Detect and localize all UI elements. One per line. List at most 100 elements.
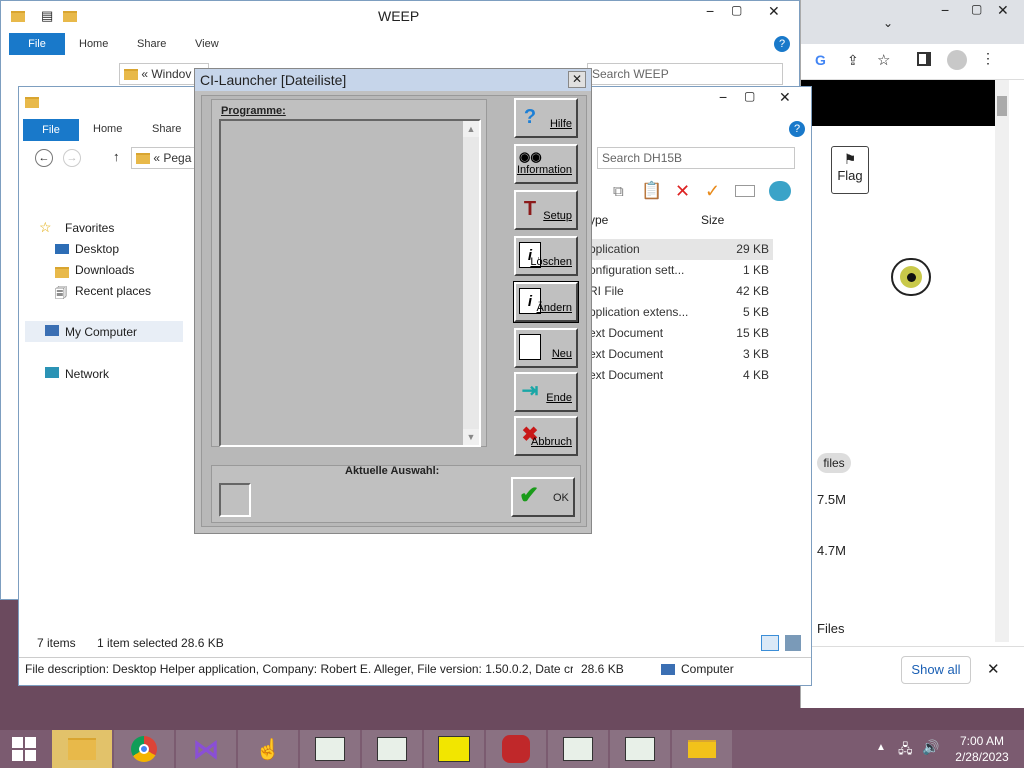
avatar[interactable]	[947, 50, 967, 70]
flag-icon: ⚑	[843, 151, 857, 167]
taskbar-app-1[interactable]	[300, 730, 360, 768]
details-view-icon[interactable]	[761, 635, 779, 651]
back-icon[interactable]: ←	[35, 149, 53, 167]
help-icon[interactable]: ?	[789, 121, 805, 137]
window-title: WEEP	[378, 8, 420, 24]
checkmark-icon[interactable]: ✓	[705, 181, 720, 202]
maximize-icon[interactable]: ▢	[744, 89, 755, 103]
folder-icon	[124, 69, 138, 81]
cancel-button[interactable]: ✖ Abbruch	[514, 416, 578, 456]
programs-list[interactable]	[219, 119, 481, 447]
taskbar-cursor-app[interactable]: ☝	[238, 730, 298, 768]
sidepanel-icon[interactable]	[917, 52, 931, 66]
setup-button[interactable]: T Setup	[514, 190, 578, 230]
taskbar-app-3[interactable]	[424, 730, 484, 768]
close-icon[interactable]: ✕	[568, 71, 586, 88]
paste-icon[interactable]: 📋	[641, 181, 662, 201]
close-download-bar-icon[interactable]: ✕	[987, 660, 1000, 678]
files-chip[interactable]: files	[817, 453, 851, 473]
taskbar-app-2[interactable]	[362, 730, 422, 768]
new-button[interactable]: Neu	[514, 328, 578, 368]
dialog-title: CI-Launcher [Dateiliste]	[200, 72, 347, 88]
forward-icon[interactable]: →	[63, 149, 81, 167]
taskbar-app-5[interactable]	[548, 730, 608, 768]
ok-button[interactable]: ✔ OK	[511, 477, 575, 517]
minimize-icon[interactable]: −	[941, 2, 949, 18]
table-row[interactable]: pplication 29 KB	[583, 239, 773, 260]
folder-icon[interactable]	[63, 9, 77, 23]
flag-button[interactable]: ⚑ Flag	[831, 146, 869, 194]
help-icon[interactable]: ?	[774, 36, 790, 52]
table-row[interactable]: ext Document 15 KB	[583, 323, 773, 344]
start-button[interactable]	[0, 730, 48, 768]
table-row[interactable]: ext Document 3 KB	[583, 344, 773, 365]
table-row[interactable]: pplication extens... 5 KB	[583, 302, 773, 323]
tab-share[interactable]: Share	[152, 123, 181, 135]
minimize-icon[interactable]: −	[719, 89, 727, 105]
nav-recent-places[interactable]: Recent places	[75, 284, 151, 298]
rename-icon[interactable]	[735, 185, 755, 197]
yellow-face-icon	[438, 736, 470, 762]
close-icon[interactable]: ✕	[768, 3, 780, 20]
search-input[interactable]: Search WEEP	[587, 63, 783, 85]
taskbar-app-6[interactable]	[610, 730, 670, 768]
tab-share[interactable]: Share	[137, 38, 166, 50]
column-size[interactable]: Size	[701, 213, 724, 227]
globe-icon[interactable]	[769, 181, 791, 201]
up-icon[interactable]: ↑	[113, 149, 120, 164]
clock[interactable]: 7:00 AM 2/28/2023	[950, 733, 1014, 765]
table-row[interactable]: RI File 42 KB	[583, 281, 773, 302]
address-bar[interactable]: « Pega	[131, 147, 201, 169]
copy-icon[interactable]: ⧉	[613, 183, 624, 200]
tab-home[interactable]: Home	[93, 123, 122, 135]
volume-icon[interactable]: 🔊	[922, 739, 939, 756]
programs-scrollbar[interactable]: ▲ ▼	[463, 121, 479, 445]
eye-icon	[891, 258, 931, 296]
red-monster-icon	[502, 735, 530, 763]
maximize-icon[interactable]: ▢	[731, 3, 742, 17]
nav-network[interactable]: Network	[65, 367, 109, 381]
maximize-icon[interactable]: ▢	[971, 2, 982, 16]
taskbar-app-7[interactable]	[672, 730, 732, 768]
delete-button[interactable]: i Löschen	[514, 236, 578, 276]
help-button[interactable]: ? Hilfe	[514, 98, 578, 138]
change-button[interactable]: i Ändern	[513, 281, 579, 323]
nav-my-computer[interactable]: My Computer	[65, 325, 137, 339]
close-icon[interactable]: ✕	[997, 2, 1009, 19]
network-tray-icon[interactable]: 🖧	[898, 740, 913, 762]
tab-file[interactable]: File	[9, 33, 65, 55]
close-icon[interactable]: ✕	[779, 89, 791, 106]
properties-icon[interactable]: ▤	[41, 8, 53, 24]
google-icon[interactable]: G	[815, 52, 826, 68]
nav-downloads[interactable]: Downloads	[75, 263, 134, 277]
more-icon[interactable]: ⋮	[981, 50, 995, 67]
scroll-down-icon[interactable]: ▼	[463, 429, 479, 445]
tab-home[interactable]: Home	[79, 38, 108, 50]
scrollbar[interactable]	[995, 80, 1009, 642]
nav-favorites[interactable]: Favorites	[65, 221, 114, 235]
star-icon[interactable]: ☆	[877, 51, 890, 69]
browser-window: ⌄ − ▢ ✕ G ⇪ ☆ ⋮ ⚑ Flag files 7.5M 4.7M F…	[800, 0, 1024, 708]
taskbar-visual-studio[interactable]: ⋈	[176, 730, 236, 768]
delete-icon[interactable]: ✕	[675, 181, 690, 202]
end-button[interactable]: ⇥ Ende	[514, 372, 578, 412]
scrollbar-thumb[interactable]	[997, 96, 1007, 116]
share-icon[interactable]: ⇪	[847, 52, 859, 69]
table-row[interactable]: ext Document 4 KB	[583, 365, 773, 386]
search-input[interactable]: Search DH15B	[597, 147, 795, 169]
minimize-icon[interactable]: −	[706, 3, 714, 19]
large-icons-view-icon[interactable]	[785, 635, 801, 651]
show-all-button[interactable]: Show all	[901, 656, 971, 684]
taskbar-explorer[interactable]	[52, 730, 112, 768]
chevron-down-icon[interactable]: ⌄	[883, 16, 893, 30]
taskbar-app-4[interactable]	[486, 730, 546, 768]
scroll-up-icon[interactable]: ▲	[463, 121, 479, 137]
nav-desktop[interactable]: Desktop	[75, 242, 119, 256]
tab-file[interactable]: File	[23, 119, 79, 141]
tab-view[interactable]: View	[195, 38, 219, 50]
table-row[interactable]: onfiguration sett... 1 KB	[583, 260, 773, 281]
folder-icon	[136, 153, 150, 165]
taskbar-chrome[interactable]	[114, 730, 174, 768]
show-hidden-icons[interactable]: ▲	[876, 742, 886, 753]
information-button[interactable]: ◉◉ Information	[514, 144, 578, 184]
